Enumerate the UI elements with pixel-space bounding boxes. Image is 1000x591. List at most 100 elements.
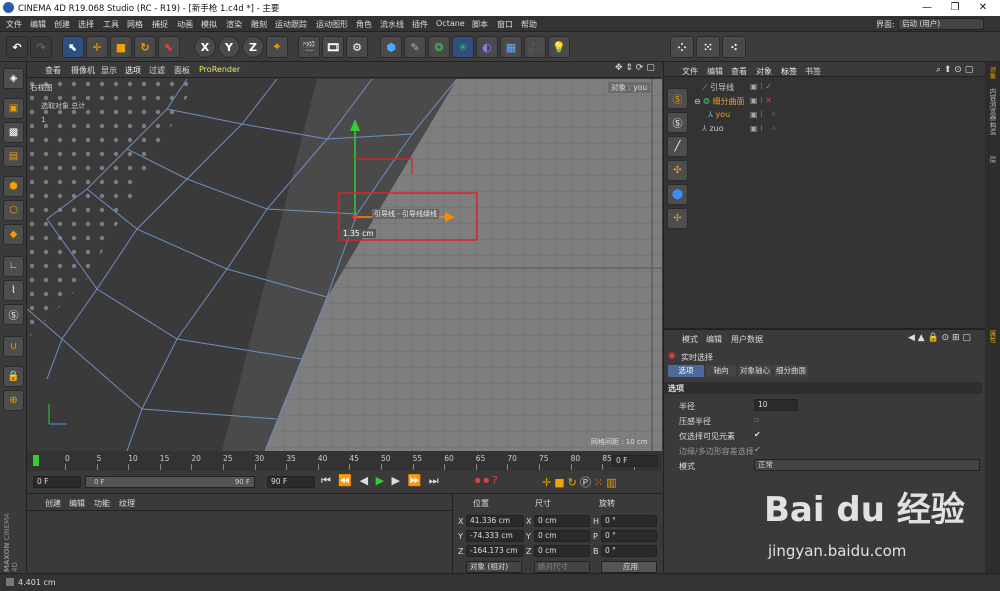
snap-icon[interactable]: Ⓢ — [3, 304, 24, 325]
tree-item-you[interactable]: ⅄ you ▣ ⁝ ⁘ — [708, 110, 988, 122]
light-icon[interactable]: 💡 — [548, 36, 570, 58]
minimize-button[interactable]: — — [912, 0, 942, 16]
vtab-structure[interactable]: 构造 — [987, 122, 997, 135]
line-tool-icon[interactable]: ╱ — [667, 136, 688, 157]
live-select-icon[interactable]: ⬉ — [62, 36, 84, 58]
obj-menu-bookmarks[interactable]: 书签 — [805, 66, 821, 77]
menu-character[interactable]: 角色 — [356, 19, 372, 30]
viewport-menu-view[interactable]: 查看 — [45, 65, 61, 76]
menu-mograph[interactable]: 运动图形 — [316, 19, 348, 30]
pos-z-field[interactable]: -164.173 cm — [466, 545, 524, 557]
end-frame-field[interactable]: 90 F — [267, 476, 315, 488]
viewport-menu-options[interactable]: 选项 — [125, 65, 141, 76]
menu-window[interactable]: 窗口 — [497, 19, 513, 30]
floor-icon[interactable]: ▦ — [500, 36, 522, 58]
point-tool-icon[interactable]: ✣ — [667, 160, 688, 181]
z-axis-lock[interactable]: Z — [242, 36, 264, 58]
key-position-icon[interactable]: ✛ — [542, 476, 554, 489]
goto-end-icon[interactable]: ⏭ — [429, 474, 441, 487]
lock-workplane-icon[interactable]: ⊕ — [3, 390, 24, 411]
key-pla-icon[interactable]: ⁙ — [594, 476, 606, 489]
size-y-field[interactable]: 0 cm — [534, 530, 590, 542]
goto-start-icon[interactable]: ⏮ — [321, 474, 333, 487]
attr-menu-mode[interactable]: 模式 — [682, 334, 698, 345]
vtab-layers[interactable]: 层 — [987, 156, 997, 163]
autokey-icon[interactable]: ⏺ — [484, 474, 493, 487]
menu-simulate[interactable]: 模拟 — [201, 19, 217, 30]
keyframe-selection-icon[interactable]: ? — [492, 474, 501, 487]
tree-item-subdivision[interactable]: ⊖ ❂ 细分曲面 ▣ ⁝ ✕ — [694, 96, 974, 108]
record-controls[interactable]: ⏺⏺? — [475, 474, 501, 488]
current-frame-field[interactable]: 0 F — [612, 455, 658, 467]
radius-field[interactable]: 10 — [754, 399, 798, 411]
menu-pipeline[interactable]: 流水线 — [380, 19, 404, 30]
material-menu-edit[interactable]: 编辑 — [69, 498, 85, 509]
maximize-button[interactable]: ❐ — [940, 0, 970, 16]
rot-b-field[interactable]: 0 ° — [601, 545, 657, 557]
render-settings-icon[interactable]: ⚙ — [346, 36, 368, 58]
key-param-icon[interactable]: Ⓟ — [580, 476, 594, 489]
size-mode-select[interactable]: 绝对尺寸 — [534, 561, 590, 573]
rot-p-field[interactable]: 0 ° — [601, 530, 657, 542]
polygons-mode-icon[interactable]: ⁖ — [722, 36, 746, 58]
timeline-ruler[interactable]: 051015202530354045505560657075808590 0 F — [27, 451, 662, 471]
pen-spline-icon[interactable]: ✎ — [404, 36, 426, 58]
menu-plugins[interactable]: 插件 — [412, 19, 428, 30]
edge-tolerance-checkbox[interactable]: ✔ — [754, 446, 762, 454]
menu-animate[interactable]: 动画 — [177, 19, 193, 30]
menu-select[interactable]: 选择 — [78, 19, 94, 30]
menu-mesh[interactable]: 网格 — [127, 19, 143, 30]
points-mode-icon[interactable]: ⁘ — [670, 36, 694, 58]
size-x-field[interactable]: 0 cm — [534, 515, 590, 527]
pos-y-field[interactable]: -74.333 cm — [466, 530, 524, 542]
edges-icon[interactable]: ⬡ — [3, 200, 24, 221]
menu-tools[interactable]: 工具 — [103, 19, 119, 30]
obj-menu-edit[interactable]: 编辑 — [707, 66, 723, 77]
key-type-controls[interactable]: ✛■↻Ⓟ⁙▥ — [542, 474, 619, 490]
playhead[interactable] — [33, 455, 39, 466]
make-editable-icon[interactable]: ◈ — [3, 68, 24, 89]
menu-sculpt[interactable]: 雕刻 — [251, 19, 267, 30]
menu-motion-tracking[interactable]: 运动跟踪 — [275, 19, 307, 30]
viewport-menu-prorender[interactable]: ProRender — [199, 65, 240, 74]
menu-edit[interactable]: 编辑 — [30, 19, 46, 30]
move-icon[interactable]: ✛ — [86, 36, 108, 58]
next-frame-icon[interactable]: ▶ — [392, 474, 402, 487]
attr-tab-options[interactable]: 选项 — [668, 365, 704, 377]
undo-icon[interactable]: ↶ — [6, 36, 28, 58]
vtab-content-browser[interactable]: 内容浏览器 — [987, 88, 997, 121]
obj-search-icon[interactable]: ⌕ ⬆ ⊙ ▢ — [936, 65, 973, 75]
viewport-menu-filter[interactable]: 过滤 — [149, 65, 165, 76]
model-mode-icon[interactable]: ▣ — [3, 98, 24, 119]
render-view-icon[interactable]: 🎬 — [298, 36, 320, 58]
x-axis-lock[interactable]: X — [194, 36, 216, 58]
coord-mode-select[interactable]: 对象 (相对) — [466, 561, 522, 573]
texture-mode-icon[interactable]: ▩ — [3, 122, 24, 143]
axis-icon[interactable]: ∟ — [3, 256, 24, 277]
attr-tab-object-axis[interactable]: 对象轴心 — [738, 365, 772, 377]
tweak-icon[interactable]: ⌇ — [3, 280, 24, 301]
menu-octane[interactable]: Octane — [436, 19, 465, 28]
key-rotation-icon[interactable]: ↻ — [568, 476, 580, 489]
menu-snap[interactable]: 捕捉 — [152, 19, 168, 30]
points-icon[interactable]: ⬢ — [3, 176, 24, 197]
viewport-nav-icons[interactable]: ✥ ⇕ ⟳ ▢ — [615, 63, 655, 73]
obj-menu-tags[interactable]: 标签 — [781, 66, 797, 77]
pressure-radius-checkbox[interactable]: ▫ — [754, 416, 762, 424]
play-icon[interactable]: ▶ — [376, 474, 386, 487]
next-key-icon[interactable]: ⏩ — [408, 474, 424, 487]
material-menu-texture[interactable]: 纹理 — [119, 498, 135, 509]
obj-menu-view[interactable]: 查看 — [731, 66, 747, 77]
xyz-axis-icon[interactable]: ✢ — [667, 208, 688, 229]
rot-h-field[interactable]: 0 ° — [601, 515, 657, 527]
array-icon[interactable]: ✳ — [452, 36, 474, 58]
recent-tool-icon[interactable]: ⬉ — [158, 36, 180, 58]
tree-item-zuo[interactable]: ⅄ zuo ▣ ⁝ ⁘ — [702, 124, 982, 136]
viewport-menu-camera[interactable]: 摄像机 — [71, 65, 95, 76]
snap-s-icon[interactable]: Ⓢ — [667, 88, 688, 109]
attr-menu-userdata[interactable]: 用户数据 — [731, 334, 763, 345]
vtab-objects[interactable]: 对象 — [987, 66, 997, 79]
rotate-icon[interactable]: ↻ — [134, 36, 156, 58]
scale-icon[interactable]: ■ — [110, 36, 132, 58]
tree-item-guide[interactable]: ⟋ 引导线 ▣ ⁝ ✓ — [702, 82, 982, 94]
